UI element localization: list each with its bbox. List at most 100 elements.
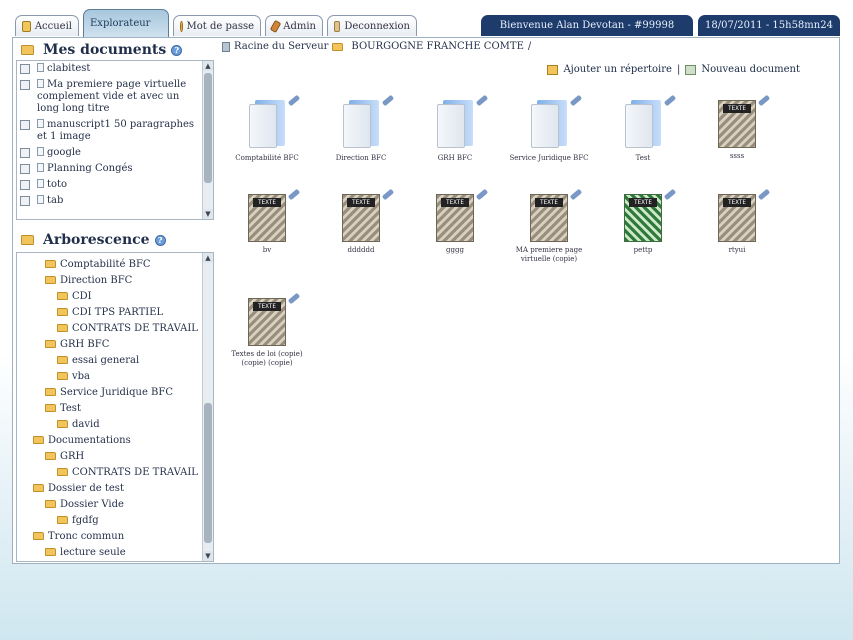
edit-icon[interactable] xyxy=(569,188,583,201)
tab-bar: Accueil Explorateur Mot de passe Admin D… xyxy=(12,9,842,37)
item-label: rtyui xyxy=(728,246,746,254)
edit-icon[interactable] xyxy=(663,94,677,107)
action-bar: Ajouter un répertoire | Nouveau document xyxy=(547,64,800,75)
file-item[interactable]: TEXTE ssss xyxy=(694,94,780,161)
tree-item[interactable]: david xyxy=(17,417,213,433)
tree-item[interactable]: Tronc commun xyxy=(17,529,213,545)
tree-item[interactable]: CDI TPS PARTIEL xyxy=(17,305,213,321)
tree-item[interactable]: vba xyxy=(17,369,213,385)
scroll-down-icon[interactable]: ▼ xyxy=(203,209,213,219)
folder-icon xyxy=(45,388,56,396)
document-icon xyxy=(37,63,44,72)
edit-icon[interactable] xyxy=(287,94,301,107)
file-item[interactable]: TEXTE dddddd xyxy=(318,188,404,255)
file-item[interactable]: TEXTE rtyui xyxy=(694,188,780,255)
file-type-tag: TEXTE xyxy=(723,104,751,113)
help-icon[interactable]: ? xyxy=(171,44,183,56)
tree-scrollbar[interactable]: ▲ ▼ xyxy=(202,253,213,561)
tab-accueil[interactable]: Accueil xyxy=(15,15,79,36)
file-item[interactable]: TEXTE MA premiere page virtuelle (copie) xyxy=(506,188,592,264)
tab-deconnexion[interactable]: Deconnexion xyxy=(327,15,417,36)
tab-mot-de-passe[interactable]: Mot de passe xyxy=(173,15,261,36)
tree-item[interactable]: GRH BFC xyxy=(17,337,213,353)
add-folder-link[interactable]: Ajouter un répertoire xyxy=(563,64,671,75)
help-icon[interactable]: ? xyxy=(154,234,166,246)
tree-item[interactable]: Documentations xyxy=(17,433,213,449)
folder-item[interactable]: Test xyxy=(600,94,686,163)
document-list-item[interactable]: tab xyxy=(17,193,213,209)
tree-item[interactable]: GRH xyxy=(17,449,213,465)
text-file-icon: TEXTE xyxy=(718,100,756,148)
tab-explorateur[interactable]: Explorateur xyxy=(83,9,169,37)
home-icon xyxy=(22,20,31,32)
edit-icon[interactable] xyxy=(475,188,489,201)
tree-item[interactable]: Direction BFC xyxy=(17,273,213,289)
tree-item[interactable]: CDI xyxy=(17,289,213,305)
document-list-item[interactable]: toto xyxy=(17,177,213,193)
document-label: toto xyxy=(47,179,68,190)
tree-item-label: Comptabilité BFC xyxy=(60,259,151,270)
document-checkbox[interactable] xyxy=(20,64,30,74)
folder-icon xyxy=(45,548,56,556)
new-document-link[interactable]: Nouveau document xyxy=(701,64,800,75)
scroll-up-icon[interactable]: ▲ xyxy=(203,253,213,263)
tree-item[interactable]: lecture seule xyxy=(17,545,213,561)
edit-icon[interactable] xyxy=(757,188,771,201)
document-checkbox[interactable] xyxy=(20,120,30,130)
document-checkbox[interactable] xyxy=(20,180,30,190)
edit-icon[interactable] xyxy=(287,292,301,305)
folder-item[interactable]: GRH BFC xyxy=(412,94,498,163)
scroll-down-icon[interactable]: ▼ xyxy=(203,551,213,561)
tree-item[interactable]: Dossier de test xyxy=(17,481,213,497)
tree-item[interactable]: CONTRATS DE TRAVAIL xyxy=(17,465,213,481)
document-checkbox[interactable] xyxy=(20,196,30,206)
folder-item[interactable]: Service Juridique BFC xyxy=(506,94,592,163)
edit-icon[interactable] xyxy=(381,188,395,201)
tab-admin[interactable]: Admin xyxy=(265,15,323,36)
file-item[interactable]: TEXTE gggg xyxy=(412,188,498,255)
edit-icon[interactable] xyxy=(663,188,677,201)
scroll-thumb[interactable] xyxy=(204,403,212,543)
edit-icon[interactable] xyxy=(475,94,489,107)
folder-item[interactable]: Direction BFC xyxy=(318,94,404,163)
document-list-item[interactable]: Ma premiere page virtuelle complement vi… xyxy=(17,77,213,117)
edit-icon[interactable] xyxy=(569,94,583,107)
folder-icon xyxy=(245,100,289,150)
text-file-icon: TEXTE xyxy=(436,194,474,242)
scroll-up-icon[interactable]: ▲ xyxy=(203,61,213,71)
edit-icon[interactable] xyxy=(757,94,771,107)
folder-icon xyxy=(33,484,44,492)
file-item[interactable]: TEXTE pettp xyxy=(600,188,686,255)
document-list-item[interactable]: manuscript1 50 paragraphes et 1 image xyxy=(17,117,213,145)
tree-item[interactable]: Test xyxy=(17,401,213,417)
documents-scrollbar[interactable]: ▲ ▼ xyxy=(202,61,213,219)
folder-icon xyxy=(57,292,68,300)
breadcrumb-root[interactable]: Racine du Serveur xyxy=(234,41,328,52)
tree-item-label: Tronc commun xyxy=(48,531,125,542)
document-checkbox[interactable] xyxy=(20,164,30,174)
document-list-item[interactable]: google xyxy=(17,145,213,161)
folder-item[interactable]: Comptabilité BFC xyxy=(224,94,310,163)
excel-file-icon: TEXTE xyxy=(624,194,662,242)
file-item[interactable]: TEXTE Textes de loi (copie) (copie) (copi… xyxy=(224,292,310,368)
tree-item[interactable]: Dossier Vide xyxy=(17,497,213,513)
tree-item[interactable]: Comptabilité BFC xyxy=(17,257,213,273)
edit-icon[interactable] xyxy=(381,94,395,107)
file-item[interactable]: TEXTE bv xyxy=(224,188,310,255)
document-checkbox[interactable] xyxy=(20,80,30,90)
document-list-item[interactable]: Planning Congés xyxy=(17,161,213,177)
tree-item[interactable]: Service Juridique BFC xyxy=(17,385,213,401)
document-label: clabitest xyxy=(47,63,91,74)
breadcrumb: Racine du Serveur BOURGOGNE FRANCHE COMT… xyxy=(222,41,531,52)
tree-item[interactable]: essai general xyxy=(17,353,213,369)
tree-item-label: fgdfg xyxy=(72,515,99,526)
tree-item[interactable]: fgdfg xyxy=(17,513,213,529)
scroll-thumb[interactable] xyxy=(204,73,212,183)
tree-item[interactable]: CONTRATS DE TRAVAIL xyxy=(17,321,213,337)
edit-icon[interactable] xyxy=(287,188,301,201)
document-checkbox[interactable] xyxy=(20,148,30,158)
breadcrumb-current[interactable]: BOURGOGNE FRANCHE COMTE xyxy=(351,41,523,52)
document-list-item[interactable]: clabitest xyxy=(17,61,213,77)
tree-item-label: essai general xyxy=(72,355,140,366)
action-separator: | xyxy=(676,64,681,75)
